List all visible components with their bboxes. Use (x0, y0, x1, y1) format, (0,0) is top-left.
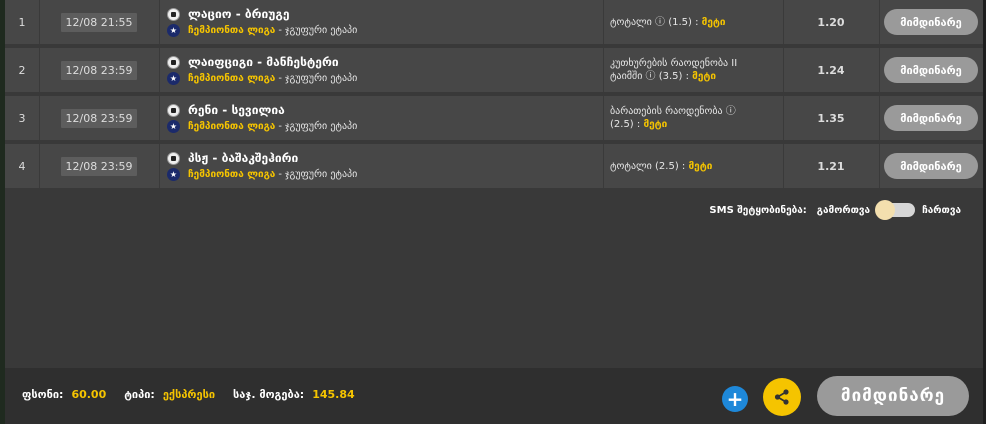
market-cell: ტოტალი ⓘ (1.5) : მეტი (603, 0, 784, 44)
league-separator: - (278, 169, 282, 180)
league-separator: - (278, 121, 282, 132)
plus-icon[interactable]: + (722, 386, 748, 412)
bet-datetime-cell: 12/08 23:59 (39, 96, 160, 140)
type-value: ექსპრესი (162, 388, 216, 401)
bet-details-panel: 1 12/08 21:55 ლაციო - ბრიუგე ★ ჩემპიონთა… (5, 0, 983, 424)
soccer-ball-icon (167, 103, 180, 117)
bet-summary: ფსონი: 60.00 ტიპი: ექსპრესი საჯ. მოგება:… (22, 388, 373, 401)
league-line: ★ ჩემპიონთა ლიგა - ჯგუფური ეტაპი (167, 120, 357, 133)
league-name: ჩემპიონთა ლიგა (188, 73, 276, 84)
bet-datetime-cell: 12/08 21:55 (39, 0, 160, 44)
bet-number: 3 (5, 96, 40, 140)
champions-league-icon: ★ (167, 168, 180, 181)
stake-value: 60.00 (71, 388, 107, 401)
soccer-ball-icon (167, 151, 180, 165)
status-cell: მიმდინარე (879, 0, 983, 44)
league-line: ★ ჩემპიონთა ლიგა - ჯგუფური ეტაპი (167, 168, 357, 181)
type-label: ტიპი: (124, 388, 155, 401)
potential-win-value: 145.84 (312, 388, 355, 401)
share-icon (774, 389, 789, 405)
potential-win-label: საჯ. მოგება: (233, 388, 305, 401)
status-badge[interactable]: მიმდინარე (884, 9, 978, 35)
league-separator: - (278, 73, 282, 84)
bet-row: 3 12/08 23:59 რენი - სევილია ★ ჩემპიონთა… (5, 96, 983, 142)
bet-number: 1 (5, 0, 40, 44)
status-cell: მიმდინარე (879, 144, 983, 188)
market-text: ტოტალი ⓘ (1.5) : (610, 16, 702, 28)
status-cell: მიმდინარე (879, 96, 983, 140)
event-cell: ლაციო - ბრიუგე ★ ჩემპიონთა ლიგა - ჯგუფურ… (159, 0, 604, 44)
event-cell: პსჟ - ბაშაკშეჰირი ★ ჩემპიონთა ლიგა - ჯგუ… (159, 144, 604, 188)
soccer-ball-icon (167, 7, 180, 21)
bet-number: 2 (5, 48, 40, 92)
status-badge[interactable]: მიმდინარე (884, 153, 978, 179)
odds-value: 1.20 (783, 0, 880, 44)
odds-value: 1.35 (783, 96, 880, 140)
match-name[interactable]: პსჟ - ბაშაკშეჰირი (188, 151, 298, 165)
sms-on-label[interactable]: ჩართვა (922, 205, 961, 216)
bet-datetime: 12/08 21:55 (60, 12, 138, 32)
toggle-knob[interactable] (875, 200, 896, 220)
soccer-ball-icon (167, 55, 180, 69)
league-name: ჩემპიონთა ლიგა (188, 121, 276, 132)
match-name[interactable]: ლაციო - ბრიუგე (188, 7, 290, 21)
match-name[interactable]: რენი - სევილია (188, 103, 285, 117)
event-cell: რენი - სევილია ★ ჩემპიონთა ლიგა - ჯგუფურ… (159, 96, 604, 140)
league-name: ჩემპიონთა ლიგა (188, 169, 276, 180)
champions-league-icon: ★ (167, 24, 180, 37)
bet-datetime-cell: 12/08 23:59 (39, 144, 160, 188)
league-stage: ჯგუფური ეტაპი (284, 121, 358, 132)
bet-datetime: 12/08 23:59 (60, 60, 138, 80)
market-cell: ტოტალი (2.5) : მეტი (603, 144, 784, 188)
market-text-cont: (2.5) : (610, 119, 644, 130)
sms-notification-toggle-row: SMS შეტყობინება: გამორთვა ჩართვა (709, 200, 961, 220)
league-separator: - (278, 25, 282, 36)
market-cell: ბარათების რაოდენობა ⓘ (2.5) : მეტი (603, 96, 784, 140)
champions-league-icon: ★ (167, 72, 180, 85)
league-stage: ჯგუფური ეტაპი (284, 169, 358, 180)
bet-row: 2 12/08 23:59 ლაიფციგი - მანჩესტერი ★ ჩე… (5, 48, 983, 94)
market-cell: კუთხურების რაოდენობა II ტაიმში ⓘ (3.5) :… (603, 48, 784, 92)
match-line: პსჟ - ბაშაკშეჰირი (167, 151, 298, 165)
event-cell: ლაიფციგი - მანჩესტერი ★ ჩემპიონთა ლიგა -… (159, 48, 604, 92)
odds-value: 1.24 (783, 48, 880, 92)
league-stage: ჯგუფური ეტაპი (284, 25, 358, 36)
league-stage: ჯგუფური ეტაპი (284, 73, 358, 84)
sms-toggle-switch[interactable] (875, 200, 916, 220)
market-text: ბარათების რაოდენობა ⓘ (610, 106, 736, 117)
match-line: რენი - სევილია (167, 103, 285, 117)
status-badge[interactable]: მიმდინარე (884, 57, 978, 83)
status-badge[interactable]: მიმდინარე (884, 105, 978, 131)
market-selection: მეტი (692, 71, 717, 82)
match-line: ლაციო - ბრიუგე (167, 7, 290, 21)
champions-league-icon: ★ (167, 120, 180, 133)
bet-row: 4 12/08 23:59 პსჟ - ბაშაკშეჰირი ★ ჩემპიო… (5, 144, 983, 190)
stake-label: ფსონი: (22, 388, 64, 401)
market-text: კუთხურების რაოდენობა II (610, 58, 738, 69)
bet-summary-footer: ფსონი: 60.00 ტიპი: ექსპრესი საჯ. მოგება:… (5, 368, 983, 424)
match-line: ლაიფციგი - მანჩესტერი (167, 55, 339, 69)
market-selection: მეტი (688, 160, 713, 172)
match-name[interactable]: ლაიფციგი - მანჩესტერი (188, 55, 339, 69)
bet-number: 4 (5, 144, 40, 188)
market-text-cont: ტაიმში ⓘ (3.5) : (610, 71, 693, 82)
market-text: ტოტალი (2.5) : (610, 160, 689, 172)
status-button[interactable]: მიმდინარე (817, 376, 969, 416)
market-selection: მეტი (643, 119, 668, 130)
status-cell: მიმდინარე (879, 48, 983, 92)
odds-value: 1.21 (783, 144, 880, 188)
league-name: ჩემპიონთა ლიგა (188, 25, 276, 36)
sms-label: SMS შეტყობინება: (709, 204, 807, 216)
league-line: ★ ჩემპიონთა ლიგა - ჯგუფური ეტაპი (167, 72, 357, 85)
market-selection: მეტი (701, 16, 726, 28)
sms-off-label[interactable]: გამორთვა (817, 205, 870, 216)
bet-datetime: 12/08 23:59 (60, 108, 138, 128)
bet-datetime: 12/08 23:59 (60, 156, 138, 176)
league-line: ★ ჩემპიონთა ლიგა - ჯგუფური ეტაპი (167, 24, 357, 37)
share-button[interactable] (763, 378, 801, 416)
bet-datetime-cell: 12/08 23:59 (39, 48, 160, 92)
bet-row: 1 12/08 21:55 ლაციო - ბრიუგე ★ ჩემპიონთა… (5, 0, 983, 46)
